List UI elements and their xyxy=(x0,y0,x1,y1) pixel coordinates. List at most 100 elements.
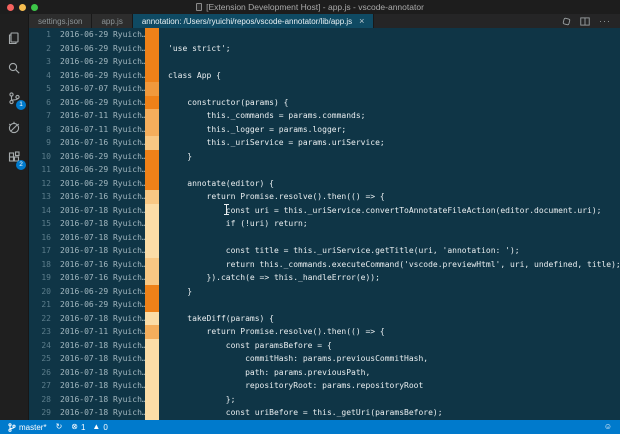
minimize-window-button[interactable] xyxy=(19,4,26,11)
blame-info[interactable]: 2016-07-18 Ryuich… xyxy=(51,244,145,258)
heat-indicator xyxy=(145,55,159,69)
split-editor-icon[interactable] xyxy=(580,17,590,26)
code-line[interactable] xyxy=(159,298,620,312)
blame-info[interactable]: 2016-06-29 Ryuich… xyxy=(51,177,145,191)
code-line[interactable]: 'use strict'; xyxy=(159,42,620,56)
blame-info[interactable]: 2016-06-29 Ryuich… xyxy=(51,42,145,56)
tab-app-js[interactable]: app.js xyxy=(92,14,132,28)
heat-indicator xyxy=(145,42,159,56)
code-line[interactable]: class App { xyxy=(159,69,620,83)
code-line[interactable]: const paramsBefore = { xyxy=(159,339,620,353)
code-line[interactable]: annotate(editor) { xyxy=(159,177,620,191)
code-line[interactable]: } xyxy=(159,285,620,299)
code-line[interactable]: this._logger = params.logger; xyxy=(159,123,620,137)
code-line[interactable]: return Promise.resolve().then(() => { xyxy=(159,190,620,204)
blame-info[interactable]: 2016-06-29 Ryuich… xyxy=(51,150,145,164)
blame-info[interactable]: 2016-06-29 Ryuich… xyxy=(51,96,145,110)
more-actions-icon[interactable]: ··· xyxy=(599,16,611,26)
code-line[interactable]: constructor(params) { xyxy=(159,96,620,110)
blame-info[interactable]: 2016-07-07 Ryuich… xyxy=(51,82,145,96)
code-line[interactable]: const uriBefore = this._getUri(paramsBef… xyxy=(159,406,620,420)
blame-info[interactable]: 2016-07-18 Ryuich… xyxy=(51,204,145,218)
blame-info[interactable]: 2016-07-16 Ryuich… xyxy=(51,136,145,150)
editor-line: 262016-07-18 Ryuich… path: params.previo… xyxy=(29,366,620,380)
heat-indicator xyxy=(145,96,159,110)
sidebar-item-extensions[interactable]: 2 xyxy=(0,143,28,173)
line-number: 5 xyxy=(29,82,51,96)
sidebar-item-debug[interactable] xyxy=(0,113,28,143)
code-line[interactable]: this._commands = params.commands; xyxy=(159,109,620,123)
blame-info[interactable]: 2016-06-29 Ryuich… xyxy=(51,69,145,83)
code-line[interactable]: const title = this._uriService.getTitle(… xyxy=(159,244,620,258)
tab-settings-json[interactable]: settings.json xyxy=(29,14,92,28)
code-line[interactable]: if (!uri) return; xyxy=(159,217,620,231)
error-count[interactable]: ⊗ 1 ▲ 0 xyxy=(71,423,108,432)
code-line[interactable]: commitHash: params.previousCommitHash, xyxy=(159,352,620,366)
line-number: 1 xyxy=(29,28,51,42)
close-tab-icon[interactable]: × xyxy=(359,17,364,26)
code-line[interactable] xyxy=(159,163,620,177)
code-line[interactable]: repositoryRoot: params.repositoryRoot xyxy=(159,379,620,393)
blame-info[interactable]: 2016-07-18 Ryuich… xyxy=(51,406,145,420)
blame-info[interactable]: 2016-07-18 Ryuich… xyxy=(51,352,145,366)
blame-info[interactable]: 2016-07-18 Ryuich… xyxy=(51,217,145,231)
code-line[interactable]: return this._commands.executeCommand('vs… xyxy=(159,258,620,272)
heat-indicator xyxy=(145,285,159,299)
blame-info[interactable]: 2016-07-11 Ryuich… xyxy=(51,325,145,339)
code-line[interactable]: this._uriService = params.uriService; xyxy=(159,136,620,150)
blame-info[interactable]: 2016-07-16 Ryuich… xyxy=(51,190,145,204)
editor-line: 242016-07-18 Ryuich… const paramsBefore … xyxy=(29,339,620,353)
tab-label: annotation: /Users/ryuichi/repos/vscode-… xyxy=(142,17,352,26)
line-number: 28 xyxy=(29,393,51,407)
code-line[interactable]: takeDiff(params) { xyxy=(159,312,620,326)
heat-indicator xyxy=(145,271,159,285)
code-line[interactable]: } xyxy=(159,150,620,164)
blame-info[interactable]: 2016-07-11 Ryuich… xyxy=(51,109,145,123)
blame-info[interactable]: 2016-07-16 Ryuich… xyxy=(51,271,145,285)
sidebar-item-source-control[interactable]: 1 xyxy=(0,83,28,113)
blame-info[interactable]: 2016-06-29 Ryuich… xyxy=(51,298,145,312)
sync-status[interactable]: ↻ xyxy=(56,423,63,431)
code-line[interactable]: return Promise.resolve().then(() => { xyxy=(159,325,620,339)
blame-info[interactable]: 2016-07-18 Ryuich… xyxy=(51,366,145,380)
editor-line: 92016-07-16 Ryuich… this._uriService = p… xyxy=(29,136,620,150)
open-preview-icon[interactable] xyxy=(562,17,571,26)
line-number: 9 xyxy=(29,136,51,150)
sidebar-item-search[interactable] xyxy=(0,53,28,83)
code-line[interactable]: }).catch(e => this._handleError(e)); xyxy=(159,271,620,285)
editor-line: 72016-07-11 Ryuich… this._commands = par… xyxy=(29,109,620,123)
sidebar-item-explorer[interactable] xyxy=(0,23,28,53)
zoom-window-button[interactable] xyxy=(31,4,38,11)
blame-info[interactable]: 2016-06-29 Ryuich… xyxy=(51,28,145,42)
code-line[interactable]: const uri = this._uriService.convertToAn… xyxy=(159,204,620,218)
code-line[interactable] xyxy=(159,55,620,69)
code-line[interactable] xyxy=(159,82,620,96)
git-branch-status[interactable]: master* xyxy=(8,423,47,432)
blame-info[interactable]: 2016-07-16 Ryuich… xyxy=(51,258,145,272)
editor-line: 62016-06-29 Ryuich… constructor(params) … xyxy=(29,96,620,110)
code-line[interactable] xyxy=(159,231,620,245)
heat-indicator xyxy=(145,150,159,164)
blame-info[interactable]: 2016-07-18 Ryuich… xyxy=(51,393,145,407)
blame-info[interactable]: 2016-07-18 Ryuich… xyxy=(51,339,145,353)
line-number: 7 xyxy=(29,109,51,123)
close-window-button[interactable] xyxy=(7,4,14,11)
line-number: 3 xyxy=(29,55,51,69)
line-number: 18 xyxy=(29,258,51,272)
heat-indicator xyxy=(145,69,159,83)
blame-info[interactable]: 2016-07-18 Ryuich… xyxy=(51,231,145,245)
blame-info[interactable]: 2016-07-18 Ryuich… xyxy=(51,312,145,326)
blame-info[interactable]: 2016-07-11 Ryuich… xyxy=(51,123,145,137)
blame-info[interactable]: 2016-07-18 Ryuich… xyxy=(51,379,145,393)
source-control-badge: 1 xyxy=(16,100,26,110)
code-line[interactable] xyxy=(159,28,620,42)
editor-line: 212016-06-29 Ryuich… xyxy=(29,298,620,312)
blame-info[interactable]: 2016-06-29 Ryuich… xyxy=(51,55,145,69)
code-line[interactable]: }; xyxy=(159,393,620,407)
code-line[interactable]: path: params.previousPath, xyxy=(159,366,620,380)
window-title-group: [Extension Development Host] - app.js - … xyxy=(196,2,424,12)
blame-info[interactable]: 2016-06-29 Ryuich… xyxy=(51,285,145,299)
tab-annotation-app-js[interactable]: annotation: /Users/ryuichi/repos/vscode-… xyxy=(133,14,375,28)
blame-info[interactable]: 2016-06-29 Ryuich… xyxy=(51,163,145,177)
feedback-smiley[interactable]: ☺ xyxy=(604,423,612,431)
